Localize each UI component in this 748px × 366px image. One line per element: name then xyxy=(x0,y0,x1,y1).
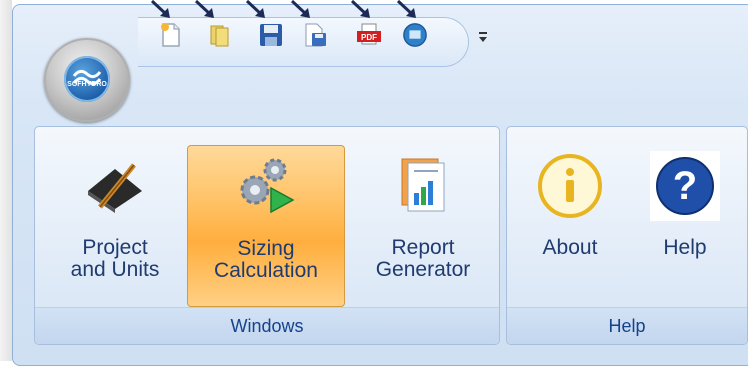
report-generator-button[interactable]: Report Generator xyxy=(353,145,493,305)
svg-text:?: ? xyxy=(673,164,697,208)
monitor-icon xyxy=(403,23,427,47)
about-label: About xyxy=(542,236,598,259)
info-icon xyxy=(538,154,602,218)
help-button[interactable]: ? Help xyxy=(633,145,737,305)
open-button[interactable] xyxy=(207,22,233,48)
save-as-icon xyxy=(305,23,326,47)
annotation-arrow xyxy=(150,0,170,18)
new-file-icon xyxy=(161,23,180,47)
about-button[interactable]: About xyxy=(515,145,625,305)
ribbon-group-windows: Project and Units Sizing Calculation Rep… xyxy=(34,126,500,345)
open-folder-icon xyxy=(210,25,229,47)
project-and-units-button[interactable]: Project and Units xyxy=(45,145,185,305)
ribbon-group-help: About ? Help Help xyxy=(506,126,748,345)
group-label-help: Help xyxy=(507,307,747,344)
question-icon: ? xyxy=(650,151,720,221)
pdf-export-button[interactable]: PDF xyxy=(356,22,382,48)
report-generator-label: Report Generator xyxy=(375,236,471,281)
report-chart-icon xyxy=(401,158,445,212)
left-window-edge xyxy=(0,0,12,361)
ruler-pencil-icon xyxy=(88,163,142,213)
save-button[interactable] xyxy=(258,22,284,48)
save-as-button[interactable] xyxy=(302,22,328,48)
group-label-windows: Windows xyxy=(35,307,499,344)
annotation-arrow xyxy=(290,0,310,18)
help-label: Help xyxy=(663,236,707,259)
svg-text:PDF: PDF xyxy=(361,33,377,42)
monitor-button[interactable] xyxy=(402,22,428,48)
new-file-button[interactable] xyxy=(158,22,184,48)
annotation-arrow xyxy=(350,0,370,18)
chevron-down-icon[interactable] xyxy=(478,30,488,44)
pdf-export-icon: PDF xyxy=(357,23,381,45)
application-menu-button[interactable]: SOFHYDRO xyxy=(44,38,130,122)
project-and-units-label: Project and Units xyxy=(70,236,160,281)
company-logo-icon xyxy=(64,56,110,102)
annotation-arrow xyxy=(194,0,214,18)
logo-text: SOFHYDRO xyxy=(67,81,107,88)
annotation-arrow xyxy=(396,0,416,18)
gears-play-icon xyxy=(240,158,295,214)
annotation-arrow xyxy=(245,0,265,18)
sizing-calculation-button[interactable]: Sizing Calculation xyxy=(187,145,345,307)
sizing-calculation-label: Sizing Calculation xyxy=(214,237,318,282)
save-icon xyxy=(260,24,282,46)
